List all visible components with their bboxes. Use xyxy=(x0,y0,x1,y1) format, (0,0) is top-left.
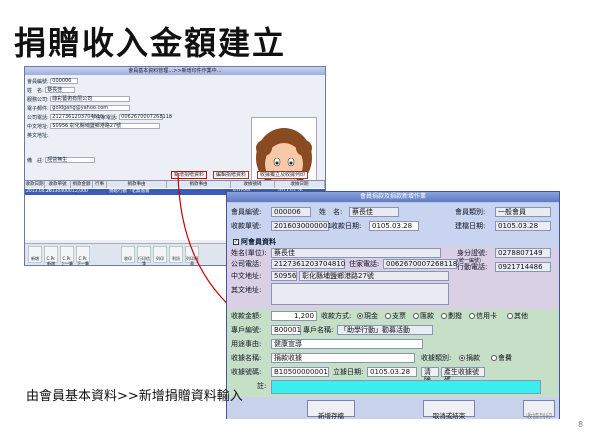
method-other-radio[interactable]: 其他 xyxy=(505,311,528,321)
generate-receipt-no-button[interactable]: 產生收據號碼 xyxy=(441,367,485,384)
method-cash-radio[interactable]: 現金 xyxy=(355,311,378,321)
zip-field[interactable]: 50956 xyxy=(271,271,297,281)
header-section: 會員編號: 000006 姓 名: 蔡長佳 會員類別: 一般會員 收款單號: 2… xyxy=(227,203,559,247)
donation-form-window: 會員捐款及捐款新增作業 會員編號: 000006 姓 名: 蔡長佳 會員類別: … xyxy=(226,191,560,420)
receipt-name-select[interactable]: 捐款收據 xyxy=(271,353,415,363)
mobile-label: 行動電話: xyxy=(457,263,488,271)
home-phone-field[interactable]: 0062670007268118 xyxy=(383,259,457,269)
member-no-field[interactable]: 000006 xyxy=(271,207,311,217)
project-name-field[interactable]: 「助學行動」勸募活動 xyxy=(337,325,433,335)
home-phone-label: 住家電話: xyxy=(349,260,380,268)
project-no-field[interactable]: B00001 xyxy=(271,325,301,335)
member-section: 姓名(單位): 蔡長佳 身分證號: 0278807149 公司電話: 21273… xyxy=(227,247,559,309)
page-number: 8 xyxy=(578,420,584,429)
project-no-label: 專戶編號: xyxy=(231,326,262,334)
receipt-code-label: 收據號碼: xyxy=(231,368,262,376)
slide-caption: 由會員基本資料>>新增捐贈資料輸入 xyxy=(26,389,243,404)
member-info-header[interactable]: ✓ 阿會員資料 xyxy=(233,237,276,247)
checkbox-icon: ✓ xyxy=(233,239,239,245)
method-postal-radio[interactable]: 劃撥 xyxy=(439,311,462,321)
issue-date-label: 立據日期: xyxy=(333,368,364,376)
receipt-type-donation-radio[interactable]: 捐款 xyxy=(457,353,480,363)
member-type-label: 會員類別: xyxy=(455,208,486,216)
receipt-date-field[interactable]: 0105.03.28 xyxy=(369,221,419,231)
receipt-name-label: 收據名稱: xyxy=(231,354,262,362)
note-label: 註: xyxy=(257,382,267,390)
method-label: 收款方式: xyxy=(321,312,352,320)
create-date-label: 建檔日期: xyxy=(455,222,486,230)
note-field[interactable] xyxy=(271,380,541,394)
donation-section: 收款金額: 1,200 收款方式: 現金 支票 匯款 劃撥 信用卡 其他 專戶編… xyxy=(227,309,559,397)
company-label: 姓名(單位): xyxy=(231,249,267,257)
receipt-no-label: 收款單號: xyxy=(231,222,262,230)
receipt-type-label: 收據類別: xyxy=(421,354,452,362)
method-card-radio[interactable]: 信用卡 xyxy=(467,311,497,321)
receipt-code-field[interactable]: B10500000001 xyxy=(271,367,329,377)
method-transfer-radio[interactable]: 匯款 xyxy=(411,311,434,321)
address-label: 中文地址: xyxy=(231,272,262,280)
name-label: 姓 名: xyxy=(319,208,343,216)
purpose-label: 用途事由: xyxy=(231,340,262,348)
purpose-select[interactable]: 健康宣導 xyxy=(271,339,423,349)
id-field[interactable]: 0278807149 xyxy=(495,248,551,258)
mobile-field[interactable]: 0921714486 xyxy=(495,262,551,272)
issue-date-field[interactable]: 0105.03.28 xyxy=(367,367,417,377)
donation-form-titlebar: 會員捐款及捐款新增作業 xyxy=(227,192,559,202)
action-bar: 新增存檔 取消或結束 收據列印 xyxy=(227,397,559,420)
name-field[interactable]: 蔡長佳 xyxy=(349,207,399,217)
company-phone-label: 公司電話: xyxy=(231,260,262,268)
method-check-radio[interactable]: 支票 xyxy=(383,311,406,321)
clear-button[interactable]: 清除 xyxy=(421,367,439,384)
member-no-label: 會員編號: xyxy=(231,208,262,216)
other-address-label: 其文地址: xyxy=(231,286,262,294)
company-field[interactable]: 蔡長佳 xyxy=(271,248,441,258)
member-type-field[interactable]: 一般會員 xyxy=(495,207,551,217)
project-name-label: 專戶名稱: xyxy=(303,326,334,334)
receipt-no-field[interactable]: 2016030000001 xyxy=(271,221,332,231)
receipt-type-fee-radio[interactable]: 會費 xyxy=(489,353,512,363)
receipt-date-label: 收款日期: xyxy=(331,222,362,230)
other-address-field[interactable] xyxy=(271,283,449,305)
cancel-button[interactable]: 取消或結束 xyxy=(423,400,475,420)
address-field[interactable]: 彰化縣埔鹽鄉港路27號 xyxy=(299,271,449,281)
create-date-field[interactable]: 0105.03.28 xyxy=(495,221,551,231)
company-phone-field[interactable]: 2127361203704810 xyxy=(271,259,345,269)
amount-label: 收款金額: xyxy=(231,312,262,320)
amount-field[interactable]: 1,200 xyxy=(271,311,317,321)
print-receipt-button[interactable]: 收據列印 xyxy=(523,400,555,420)
save-button[interactable]: 新增存檔 xyxy=(307,400,355,420)
